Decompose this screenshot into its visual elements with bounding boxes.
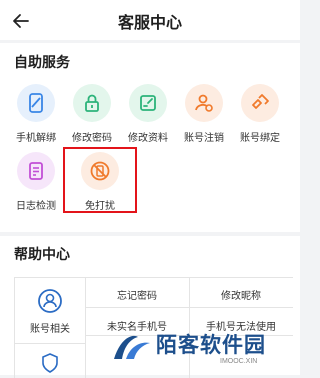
help-category-account[interactable]: 账号相关 bbox=[15, 288, 85, 335]
section-title: 帮助中心 bbox=[14, 247, 70, 263]
shield-icon bbox=[15, 352, 85, 374]
service-log-check[interactable]: 日志检测 bbox=[8, 152, 64, 212]
service-bind-account[interactable]: 账号绑定 bbox=[232, 84, 288, 144]
watermark-sub: IMOOC.XIN bbox=[220, 358, 258, 365]
section-title: 自助服务 bbox=[14, 55, 70, 71]
edit-profile-icon bbox=[129, 84, 167, 122]
service-cancel-account[interactable]: 账号注销 bbox=[176, 84, 232, 144]
help-link-change-nickname[interactable]: 修改昵称 bbox=[189, 287, 293, 302]
watermark: 陌客软件园 IMOOC.XIN bbox=[110, 325, 300, 375]
highlight-box bbox=[63, 147, 137, 213]
phone-unlink-icon bbox=[17, 84, 55, 122]
top-bar: 客服中心 bbox=[0, 0, 300, 40]
watermark-logo-icon bbox=[112, 329, 152, 367]
service-edit-profile[interactable]: 修改资料 bbox=[120, 84, 176, 144]
log-check-icon bbox=[17, 152, 55, 190]
service-phone-unbind[interactable]: 手机解绑 bbox=[8, 84, 64, 144]
account-cancel-icon bbox=[185, 84, 223, 122]
lock-icon bbox=[73, 84, 111, 122]
page-title: 客服中心 bbox=[117, 13, 182, 32]
help-link-forgot-password[interactable]: 忘记密码 bbox=[85, 287, 189, 302]
user-icon bbox=[38, 289, 62, 313]
account-link-icon bbox=[241, 84, 279, 122]
self-service-section: 自助服务 手机解绑 修改密码 修改资料 账号注销 账号绑定 日志检测 免打扰 bbox=[0, 43, 300, 232]
watermark-text: 陌客软件园 bbox=[156, 333, 266, 357]
service-change-password[interactable]: 修改密码 bbox=[64, 84, 120, 144]
